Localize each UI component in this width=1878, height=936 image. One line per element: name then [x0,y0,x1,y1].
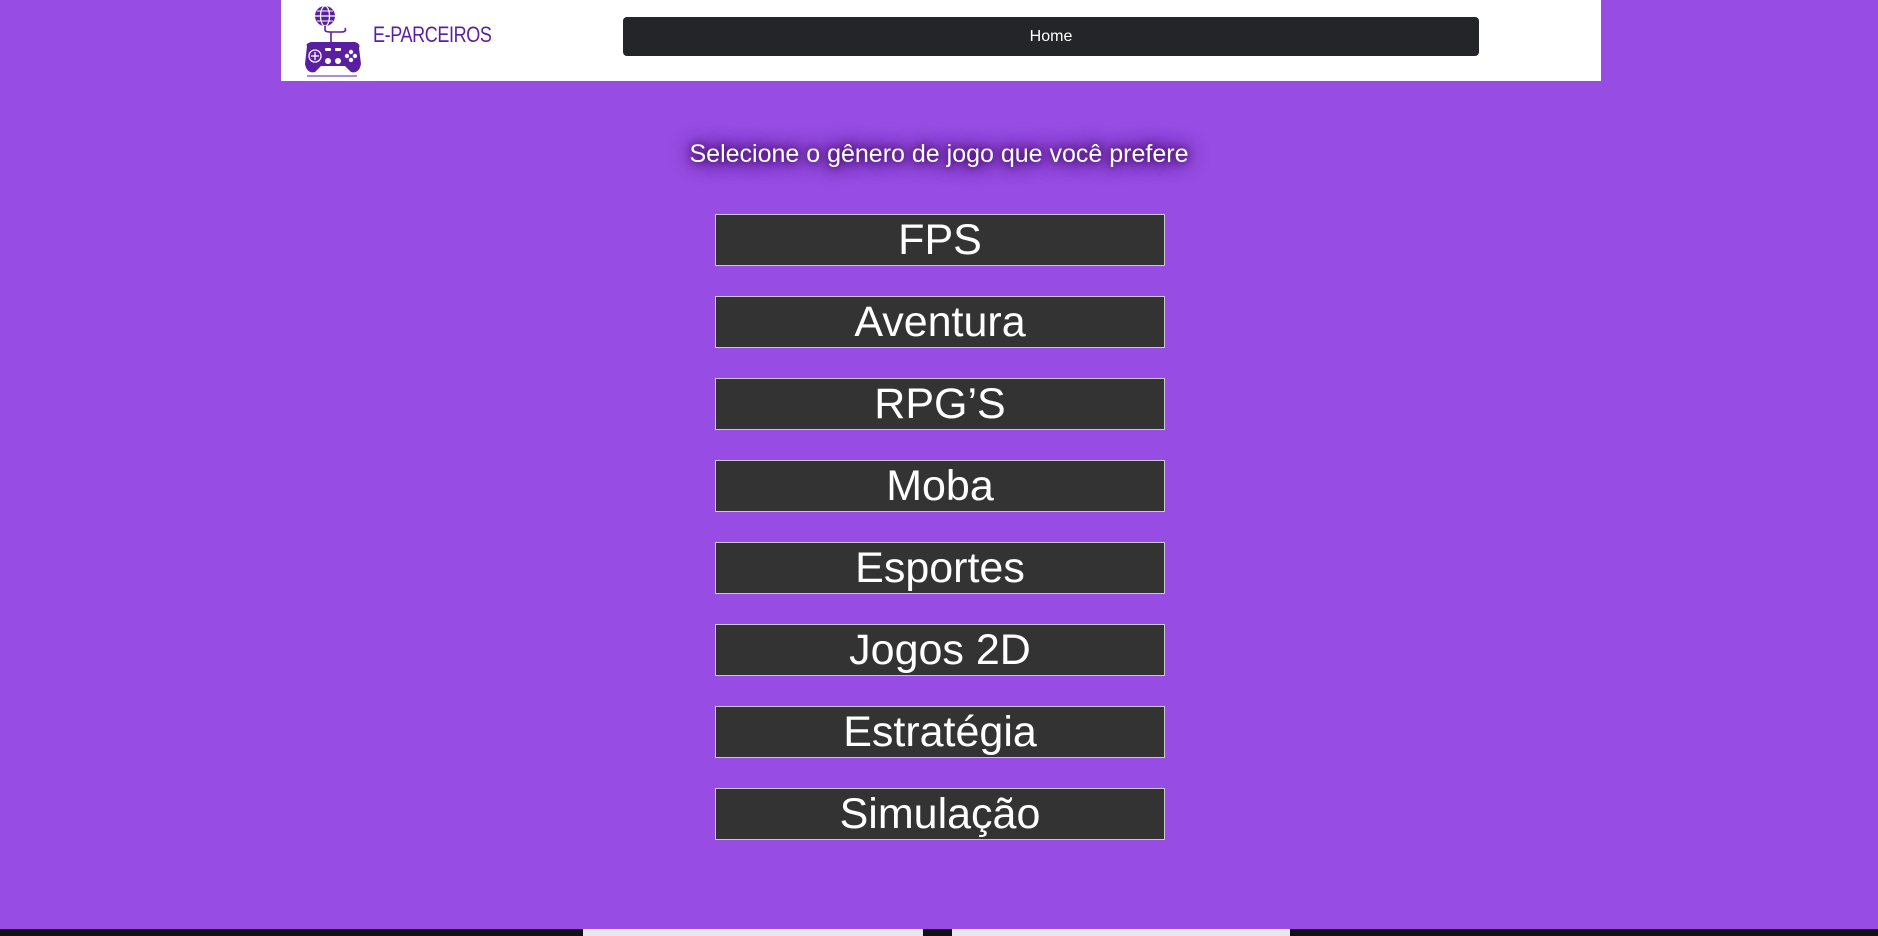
genre-button-moba[interactable]: Moba [715,460,1165,512]
footer-edge [0,929,1878,936]
home-button[interactable]: Home [623,17,1479,56]
footer-image-strip [952,929,1290,936]
footer-image-strip [583,929,923,936]
genre-button-esportes[interactable]: Esportes [715,542,1165,594]
genre-button-rpgs[interactable]: RPG’S [715,378,1165,430]
genre-prompt: Selecione o gênero de jogo que você pref… [689,140,1189,168]
genre-button-aventura[interactable]: Aventura [715,296,1165,348]
brand-name[interactable]: E-PARCEIROS [373,22,492,48]
genre-button-fps[interactable]: FPS [715,214,1165,266]
genre-button-jogos-2d[interactable]: Jogos 2D [715,624,1165,676]
genre-button-simulacao[interactable]: Simulação [715,788,1165,840]
genre-button-estrategia[interactable]: Estratégia [715,706,1165,758]
gamepad-globe-icon[interactable] [301,4,365,78]
top-bar: E-PARCEIROS Home [281,0,1601,81]
